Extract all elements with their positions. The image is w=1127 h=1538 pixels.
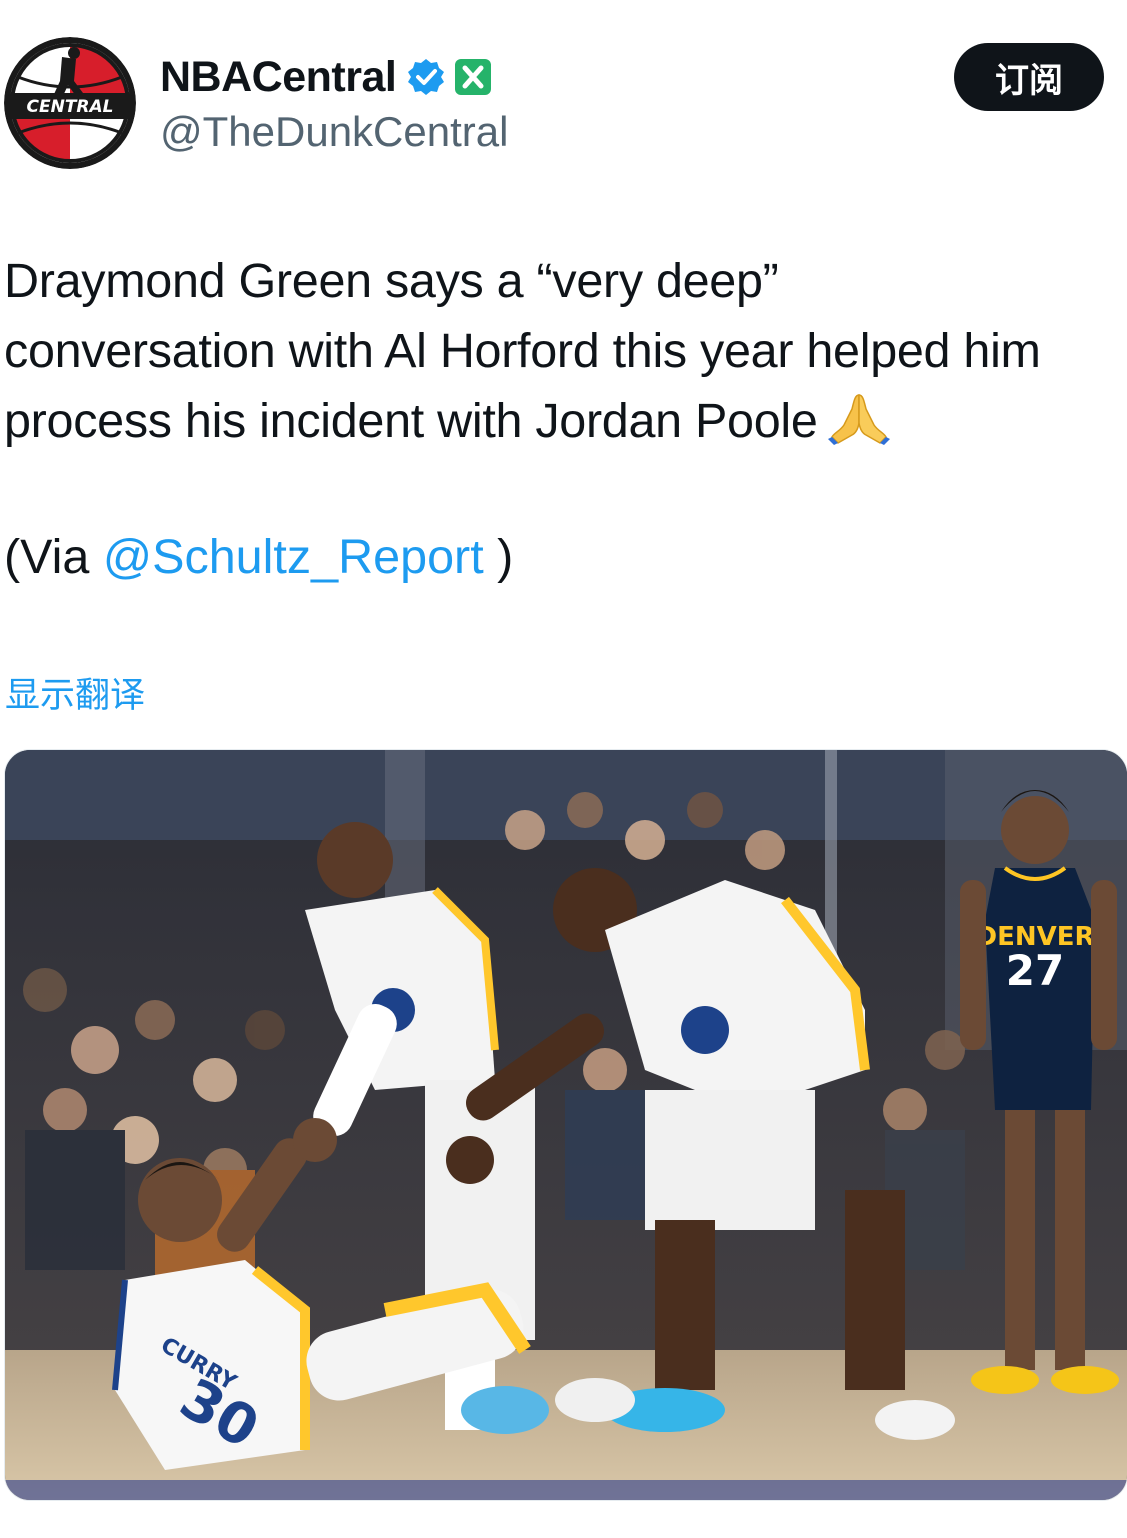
- hands-horford: [293, 1118, 337, 1162]
- avatar[interactable]: CENTRAL: [4, 37, 136, 169]
- author-handle[interactable]: @TheDunkCentral: [160, 108, 508, 156]
- tweet-text-line: conversation with Al Horford this year h…: [4, 324, 1041, 378]
- author-name-row: NBACentral: [160, 50, 492, 104]
- tweet-text-line: process his incident with Jordan Poole: [4, 386, 1124, 456]
- x-badge-icon[interactable]: [454, 58, 492, 96]
- tweet-header: CENTRAL NBACentral @TheDunkCentral 订阅: [0, 0, 1127, 180]
- avatar-text: CENTRAL: [27, 97, 114, 117]
- via-suffix: ): [483, 530, 514, 584]
- display-name[interactable]: NBACentral: [160, 53, 397, 102]
- denver-jersey-number: 27: [1006, 946, 1064, 995]
- tweet-text: Draymond Green says a “very deep” conver…: [4, 246, 1124, 456]
- tweet-text-line: Draymond Green says a “very deep”: [4, 254, 779, 308]
- verified-badge-icon[interactable]: [406, 57, 446, 97]
- nba-central-logo: CENTRAL: [4, 37, 136, 169]
- via-line: (Via @Schultz_Report ): [4, 522, 513, 592]
- basketball-photo: DENVER 27 CURRY 30: [5, 750, 1127, 1500]
- hands-draymond: [446, 1136, 494, 1184]
- tweet-text-line-content: process his incident with Jordan Poole: [4, 394, 818, 448]
- show-translation-link[interactable]: 显示翻译: [5, 667, 145, 718]
- subscribe-button[interactable]: 订阅: [954, 43, 1104, 111]
- tweet-media-photo[interactable]: DENVER 27 CURRY 30: [4, 749, 1127, 1501]
- mention-link[interactable]: @Schultz_Report: [103, 530, 484, 584]
- via-prefix: (Via: [4, 530, 103, 584]
- folded-hands-icon: [827, 394, 890, 445]
